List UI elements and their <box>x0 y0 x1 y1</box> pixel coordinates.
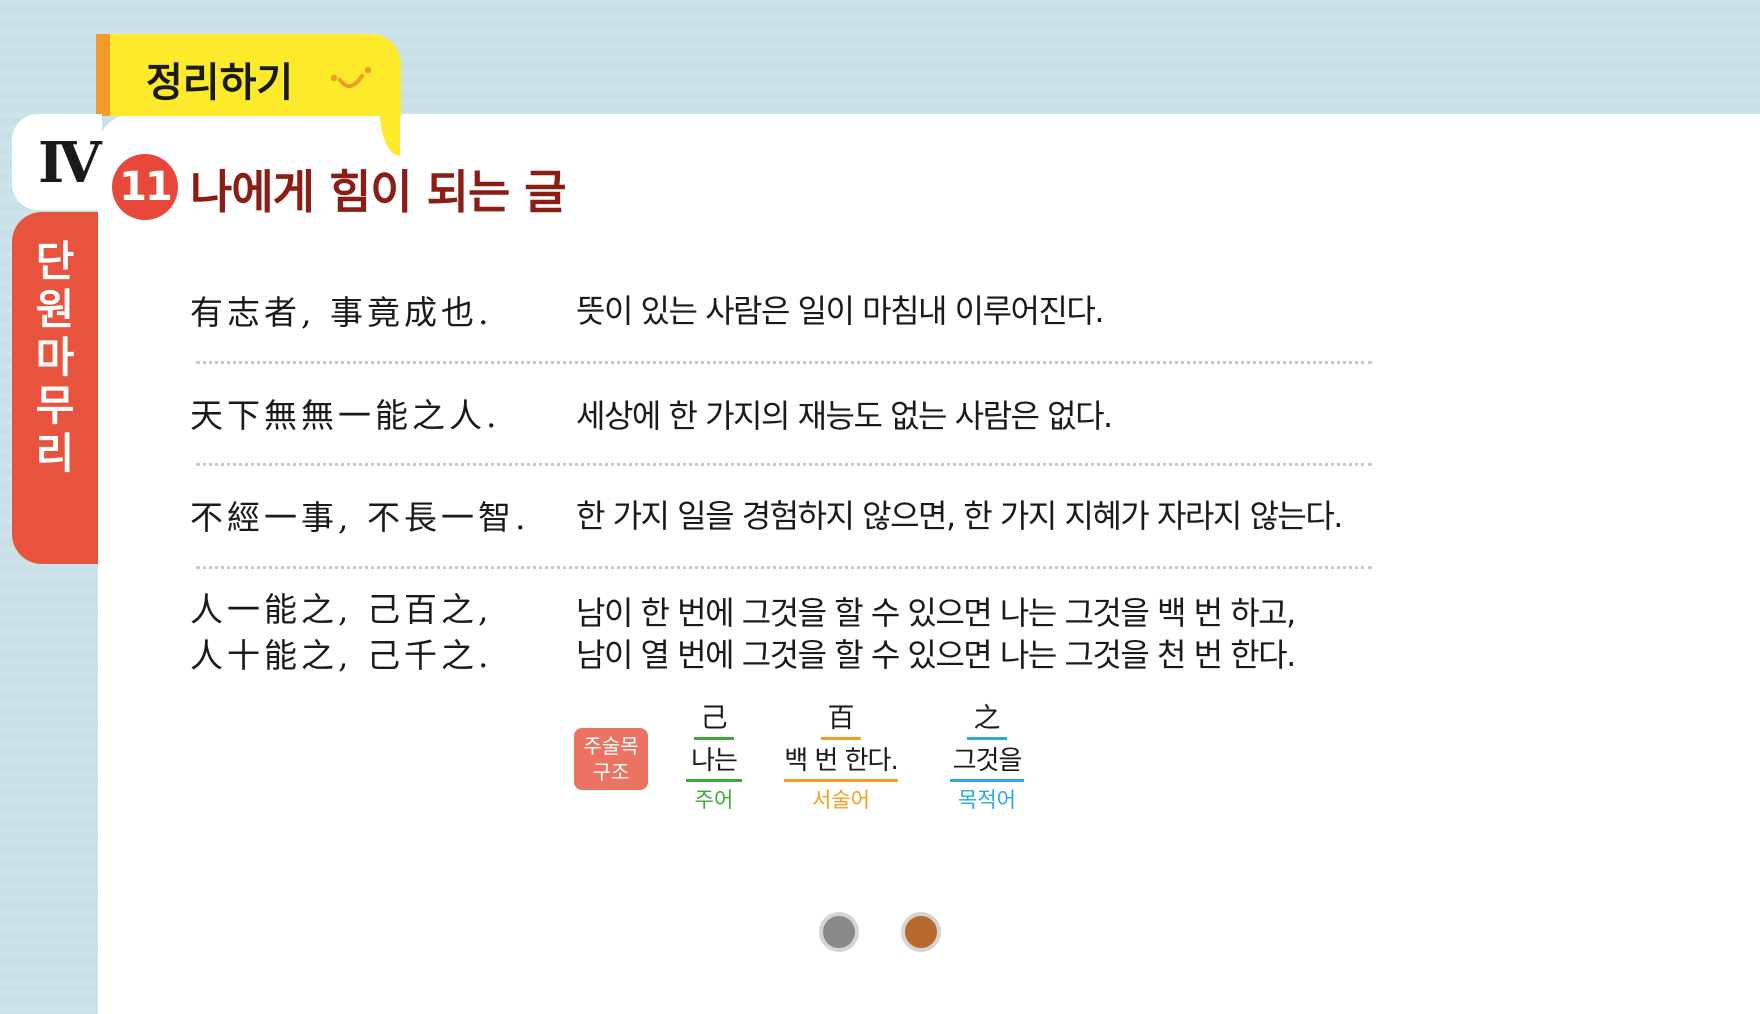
structure-badge-line: 주술목 <box>583 734 639 758</box>
lesson-title: 나에게 힘이 되는 글 <box>190 165 567 219</box>
content-card <box>98 114 1760 1014</box>
object-underline <box>950 779 1024 782</box>
lesson-number-badge: 11 <box>112 154 178 220</box>
object-underline <box>967 737 1007 740</box>
hanja-sentence-3: 不經一事, 不長一智. <box>190 498 530 537</box>
hanja-sentence-1: 有志者, 事竟成也. <box>190 293 493 332</box>
page-dot-2[interactable] <box>901 912 941 952</box>
hanja-sentence-2: 天下無無一能之人. <box>190 396 501 435</box>
structure-role: 목적어 <box>958 788 1016 812</box>
row-divider <box>196 463 1372 466</box>
korean-translation-4: 남이 한 번에 그것을 할 수 있으면 나는 그것을 백 번 하고, 남이 열 … <box>576 594 1296 674</box>
unit-review-char: 단 <box>35 237 75 286</box>
subject-underline <box>694 737 734 740</box>
unit-review-label: 단 원 마 무 리 <box>12 238 98 478</box>
row-divider <box>196 566 1372 569</box>
korean-translation-2: 세상에 한 가지의 재능도 없는 사람은 없다. <box>576 397 1113 435</box>
structure-role: 서술어 <box>812 788 870 812</box>
smile-icon <box>330 66 372 88</box>
structure-predicate: 百 백 번 한다. 서술어 <box>780 702 902 814</box>
structure-hanja: 百 <box>827 703 855 734</box>
hanja-sentence-4: 人一能之, 己百之, 人十能之, 己千之. <box>190 590 493 675</box>
unit-review-char: 무 <box>35 381 75 430</box>
predicate-underline <box>784 779 898 782</box>
predicate-underline <box>821 737 861 740</box>
structure-object: 之 그것을 목적어 <box>942 702 1032 814</box>
structure-badge: 주술목 구조 <box>574 728 648 790</box>
structure-korean: 나는 <box>691 746 738 776</box>
structure-badge-line: 구조 <box>592 760 630 784</box>
summary-label: 정리하기 <box>146 60 294 106</box>
page-dot-1[interactable] <box>819 912 859 952</box>
korean-translation-1: 뜻이 있는 사람은 일이 마침내 이루어진다. <box>576 292 1105 330</box>
unit-review-char: 마 <box>35 333 75 382</box>
unit-review-char: 리 <box>35 429 75 478</box>
structure-korean: 백 번 한다. <box>784 746 898 776</box>
structure-role: 주어 <box>694 788 734 812</box>
structure-hanja: 己 <box>700 703 728 734</box>
subject-underline <box>686 779 742 782</box>
korean-translation-3: 한 가지 일을 경험하지 않으면, 한 가지 지혜가 자라지 않는다. <box>576 497 1343 535</box>
row-divider <box>196 361 1372 364</box>
structure-hanja: 之 <box>973 703 1001 734</box>
structure-korean: 그것을 <box>952 746 1023 776</box>
unit-review-char: 원 <box>35 285 75 334</box>
structure-subject: 己 나는 주어 <box>680 702 748 814</box>
unit-numeral: Ⅳ <box>38 130 102 196</box>
